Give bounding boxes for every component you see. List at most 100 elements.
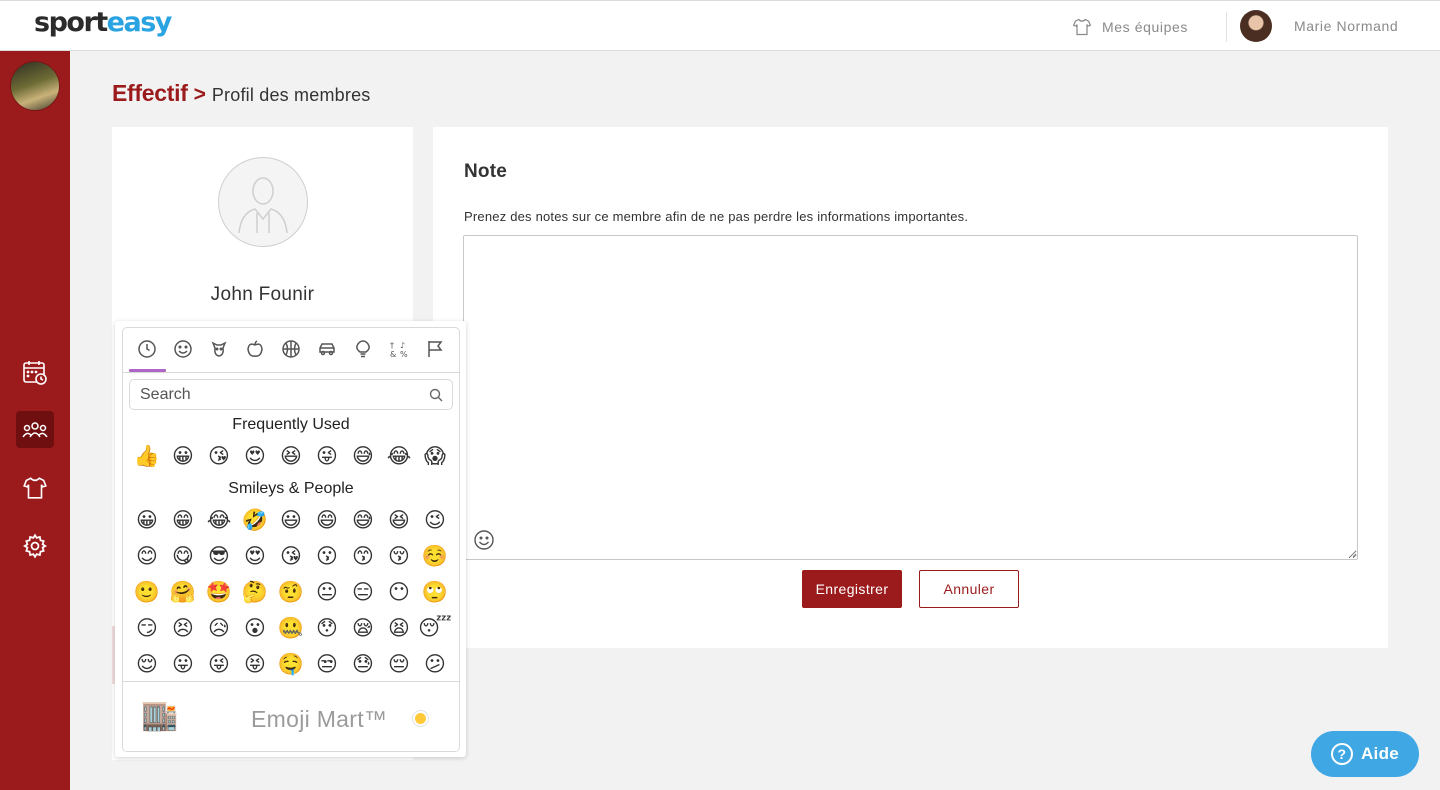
emoji-button[interactable]: 😅 [345, 438, 381, 474]
save-button[interactable]: Enregistrer [802, 570, 902, 608]
category-activity[interactable] [280, 338, 302, 360]
emoji-button[interactable]: 😫 [381, 610, 417, 646]
emoji-button[interactable]: 🤔 [237, 574, 273, 610]
sidebar-item-settings[interactable] [16, 527, 54, 564]
emoji-button[interactable]: 🤣 [237, 502, 273, 538]
emoji-mart-brand: Emoji Mart™ [251, 706, 388, 732]
member-avatar[interactable] [218, 157, 308, 247]
sidebar-item-jersey[interactable] [16, 469, 54, 506]
help-button[interactable]: ? Aide [1311, 731, 1419, 777]
emoji-button[interactable]: 😄 [309, 502, 345, 538]
emoji-button[interactable]: 😛 [165, 646, 201, 682]
recent-clock-icon [138, 340, 156, 358]
category-travel[interactable] [316, 338, 338, 360]
header-divider [1226, 12, 1227, 42]
emoji-button[interactable]: 😱 [417, 438, 453, 474]
category-animals[interactable] [208, 338, 230, 360]
emoji-button[interactable]: 🤗 [165, 574, 201, 610]
emoji-button[interactable]: 😜 [309, 438, 345, 474]
team-avatar[interactable] [10, 61, 60, 111]
emoji-button[interactable]: 😕 [417, 646, 453, 682]
emoji-button[interactable]: 😅 [345, 502, 381, 538]
emoji-button[interactable]: 😑 [345, 574, 381, 610]
emoji-button[interactable]: 😗 [309, 538, 345, 574]
emoji-button[interactable]: 😉 [417, 502, 453, 538]
note-title: Note [464, 161, 508, 182]
emoji-button[interactable]: 😊 [129, 538, 165, 574]
sidebar-item-members[interactable] [16, 411, 54, 448]
note-description: Prenez des notes sur ce membre afin de n… [464, 209, 969, 224]
emoji-button[interactable]: 😚 [381, 538, 417, 574]
emoji-search-input[interactable] [129, 379, 453, 410]
emoji-button[interactable]: 😓 [345, 646, 381, 682]
emoji-button[interactable]: 😎 [201, 538, 237, 574]
breadcrumb-roster-link[interactable]: Effectif [112, 80, 188, 107]
skin-tone-selector[interactable] [413, 711, 428, 726]
emoji-button[interactable]: 🤩 [201, 574, 237, 610]
emoji-picker-footer: 🏬 Emoji Mart™ [123, 681, 459, 751]
my-teams-link[interactable]: Mes équipes [1072, 15, 1188, 39]
lightbulb-icon [356, 340, 370, 358]
person-placeholder-icon [238, 177, 288, 233]
category-symbols[interactable]: † ♪ &% [388, 338, 410, 360]
emoji-preview: 🏬 [141, 698, 179, 733]
emoji-button[interactable]: 😋 [165, 538, 201, 574]
svg-text:♪: ♪ [400, 341, 405, 350]
emoji-button[interactable]: 😍 [237, 538, 273, 574]
emoji-picker-toggle-icon[interactable] [473, 529, 495, 551]
emoji-button[interactable]: ☺️ [417, 538, 453, 574]
flag-icon [428, 341, 443, 357]
emoji-button[interactable]: 😥 [201, 610, 237, 646]
frequently-used-heading: Frequently Used [232, 416, 350, 433]
emoji-button[interactable]: 😌 [129, 646, 165, 682]
emoji-button[interactable]: 😀 [165, 438, 201, 474]
emoji-button[interactable]: 😐 [309, 574, 345, 610]
emoji-button[interactable]: 😘 [273, 538, 309, 574]
top-bar: sporteasy Mes équipes Marie Normand [0, 0, 1440, 51]
emoji-button[interactable]: 😂 [201, 502, 237, 538]
sidebar [0, 51, 70, 790]
emoji-button[interactable]: 😁 [165, 502, 201, 538]
emoji-button[interactable]: 😯 [309, 610, 345, 646]
emoji-button[interactable]: 🤐 [273, 610, 309, 646]
emoji-button[interactable]: 😙 [345, 538, 381, 574]
emoji-button[interactable]: 😴 [417, 610, 453, 646]
category-recent[interactable] [136, 338, 158, 360]
emoji-picker: †♪&% Frequently Used 👍😀😘😍😆😜😅😂😱 Smileys &… [122, 327, 460, 752]
emoji-button[interactable]: 😆 [381, 502, 417, 538]
emoji-button[interactable]: 🙂 [129, 574, 165, 610]
user-avatar[interactable] [1240, 10, 1272, 42]
svg-text:&: & [390, 350, 396, 359]
emoji-button[interactable]: 🤨 [273, 574, 309, 610]
category-objects[interactable] [352, 338, 374, 360]
emoji-button[interactable]: 😔 [381, 646, 417, 682]
emoji-button[interactable]: 😍 [237, 438, 273, 474]
emoji-button[interactable]: 😒 [309, 646, 345, 682]
emoji-button[interactable]: 😣 [165, 610, 201, 646]
emoji-button[interactable]: 😏 [129, 610, 165, 646]
category-food[interactable] [244, 338, 266, 360]
emoji-button[interactable]: 😃 [273, 502, 309, 538]
emoji-button[interactable]: 😪 [345, 610, 381, 646]
emoji-button[interactable]: 😮 [237, 610, 273, 646]
sidebar-item-calendar[interactable] [16, 353, 54, 390]
emoji-button[interactable]: 😀 [129, 502, 165, 538]
emoji-button[interactable]: 😜 [201, 646, 237, 682]
emoji-button[interactable]: 😝 [237, 646, 273, 682]
resize-grip-icon[interactable] [1349, 550, 1357, 558]
member-name: John Founir [210, 284, 315, 305]
help-label: Aide [1360, 744, 1400, 763]
category-flags[interactable] [424, 338, 446, 360]
emoji-button[interactable]: 😶 [381, 574, 417, 610]
emoji-button[interactable]: 😆 [273, 438, 309, 474]
cancel-button[interactable]: Annuler [919, 570, 1019, 608]
emoji-button[interactable]: 😂 [381, 438, 417, 474]
emoji-button[interactable]: 👍 [129, 438, 165, 474]
emoji-button[interactable]: 😘 [201, 438, 237, 474]
note-textarea[interactable] [463, 235, 1358, 560]
user-name[interactable]: Marie Normand [1294, 18, 1398, 34]
sporteasy-logo[interactable]: sporteasy [34, 7, 172, 38]
emoji-button[interactable]: 🤤 [273, 646, 309, 682]
emoji-button[interactable]: 🙄 [417, 574, 453, 610]
category-smileys[interactable] [172, 338, 194, 360]
